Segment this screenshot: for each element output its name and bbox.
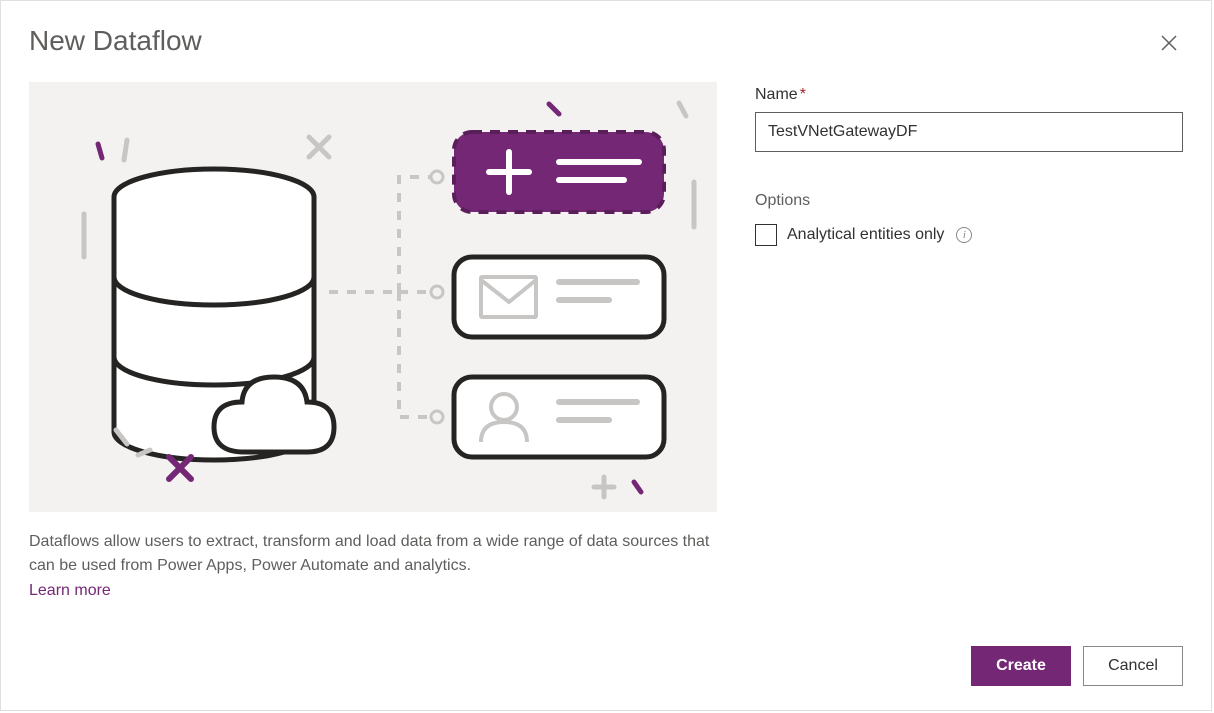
dialog-title: New Dataflow <box>29 25 202 57</box>
left-column: Dataflows allow users to extract, transf… <box>29 82 717 600</box>
analytical-only-checkbox[interactable] <box>755 224 777 246</box>
analytical-only-label[interactable]: Analytical entities only <box>787 226 944 244</box>
dialog-header: New Dataflow <box>1 1 1211 60</box>
new-dataflow-dialog: New Dataflow <box>0 0 1212 711</box>
options-heading: Options <box>755 192 1183 210</box>
name-label: Name* <box>755 86 1183 104</box>
name-input[interactable] <box>755 112 1183 152</box>
close-button[interactable] <box>1155 29 1183 60</box>
dialog-description: Dataflows allow users to extract, transf… <box>29 530 717 578</box>
required-indicator: * <box>800 86 806 103</box>
dialog-body: Dataflows allow users to extract, transf… <box>1 60 1211 600</box>
dialog-footer: Create Cancel <box>971 646 1183 686</box>
dataflow-illustration <box>29 82 717 512</box>
analytical-only-row: Analytical entities only i <box>755 224 1183 246</box>
learn-more-link[interactable]: Learn more <box>29 582 111 600</box>
info-icon[interactable]: i <box>956 227 972 243</box>
create-button[interactable]: Create <box>971 646 1071 686</box>
cancel-button[interactable]: Cancel <box>1083 646 1183 686</box>
right-column: Name* Options Analytical entities only i <box>755 82 1183 600</box>
name-label-text: Name <box>755 86 798 103</box>
close-icon <box>1161 35 1177 51</box>
